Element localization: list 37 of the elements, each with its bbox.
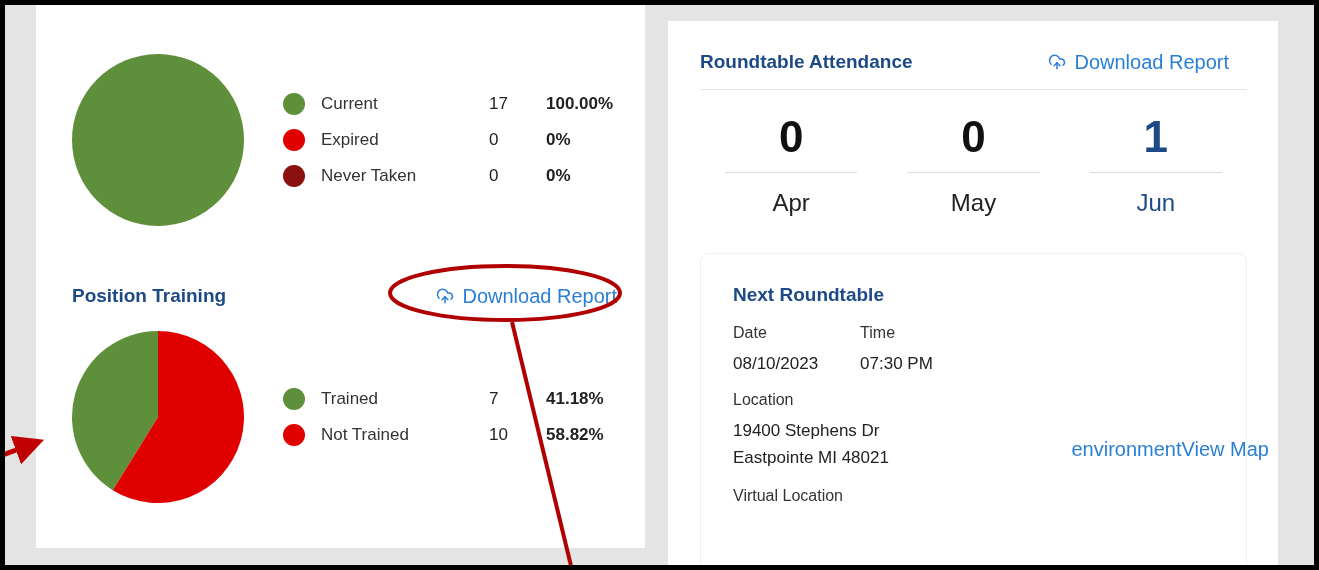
legend-label: Expired — [320, 130, 380, 150]
field-label: Virtual Location — [733, 487, 844, 505]
legend-count: 0 — [489, 166, 500, 186]
section-title: Roundtable Attendance — [700, 51, 913, 73]
legend-percent: 58.82% — [546, 425, 605, 445]
cloud-upload-icon — [436, 287, 455, 305]
pointer-arrow — [5, 436, 45, 465]
attendance-count: 0 — [907, 112, 1040, 173]
legend-percent: 100.00% — [546, 94, 615, 114]
field-label: Time — [860, 324, 897, 342]
date-value: 08/10/2023 — [733, 353, 819, 375]
legend-count: 17 — [489, 94, 509, 114]
section-title: Position Training — [72, 285, 227, 307]
download-report-link[interactable]: Download Report — [1048, 50, 1229, 74]
legend-count: 7 — [489, 389, 500, 409]
view-map-link[interactable]: environmentView Map — [1071, 438, 1269, 461]
cloud-upload-icon — [1048, 53, 1067, 71]
legend-label: Current — [320, 94, 379, 114]
legend-label: Not Trained — [320, 425, 410, 445]
field-label: Date — [733, 324, 768, 342]
legend-label: Trained — [320, 389, 379, 409]
field-label: Location — [733, 391, 795, 409]
month-label: Jun — [1136, 189, 1176, 217]
attendance-count: 1 — [1089, 112, 1222, 173]
time-value: 07:30 PM — [860, 353, 933, 375]
address-text: 19400 Stephens Dr Eastpointe MI 48021 — [733, 420, 889, 469]
legend-count: 0 — [489, 130, 500, 150]
legend-percent: 0% — [546, 130, 572, 150]
attendance-count: 0 — [725, 112, 858, 173]
legend-percent: 41.18% — [546, 389, 605, 409]
download-report-link[interactable]: Download Report — [436, 284, 617, 308]
legend-percent: 0% — [546, 166, 572, 186]
month-label: May — [950, 189, 997, 217]
section-title: Next Roundtable — [733, 284, 885, 306]
legend-count: 10 — [489, 425, 509, 445]
legend-label: Never Taken — [320, 166, 418, 186]
month-label: Apr — [772, 189, 810, 217]
